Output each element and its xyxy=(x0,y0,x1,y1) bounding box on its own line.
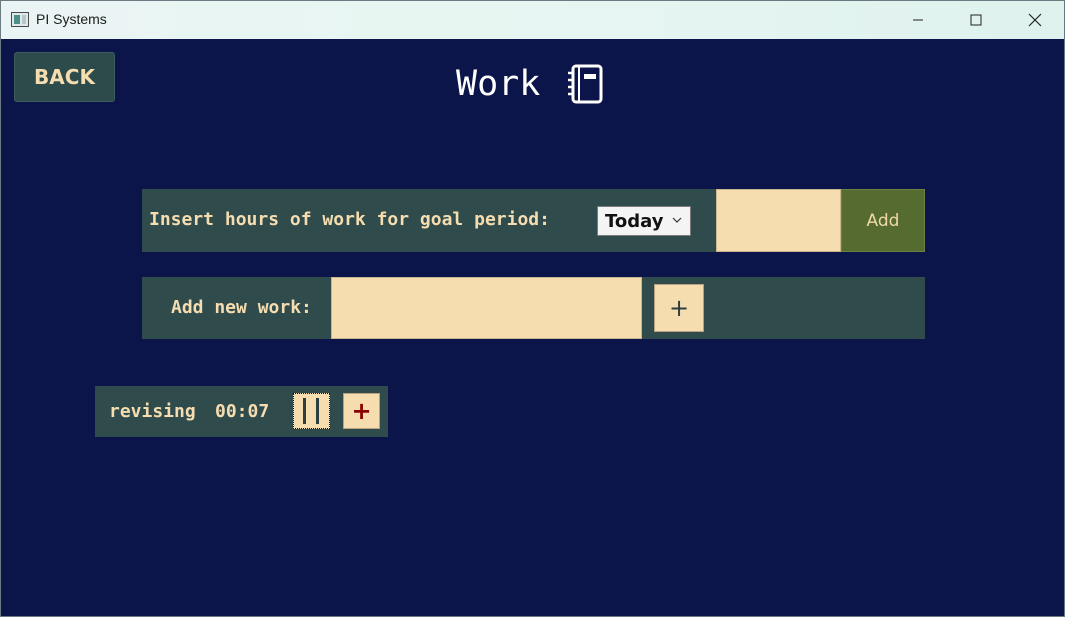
maximize-button[interactable] xyxy=(947,1,1005,39)
page-title: Work xyxy=(456,64,541,104)
new-work-label: Add new work: xyxy=(171,297,312,318)
new-work-panel: Add new work: + xyxy=(142,277,925,339)
notebook-icon xyxy=(568,64,603,104)
pause-icon xyxy=(302,398,319,424)
goal-hours-input[interactable] xyxy=(716,189,841,252)
goal-add-button[interactable]: Add xyxy=(841,189,925,252)
work-item-pause-button[interactable] xyxy=(293,393,330,429)
back-button[interactable]: BACK xyxy=(14,52,115,102)
work-item-add-button[interactable]: + xyxy=(343,393,380,429)
close-icon xyxy=(1028,13,1042,27)
work-item: revising 00:07 + xyxy=(95,386,388,437)
app-window: PI Systems BACK Work Insert hours of wor… xyxy=(0,0,1065,617)
new-work-add-button[interactable]: + xyxy=(654,284,704,332)
goal-period-select[interactable]: Today xyxy=(597,206,691,236)
minimize-button[interactable] xyxy=(889,1,947,39)
goal-period-value: Today xyxy=(605,210,664,232)
new-work-input[interactable] xyxy=(331,277,642,339)
chevron-down-icon xyxy=(672,217,682,223)
work-item-timer: 00:07 xyxy=(215,401,270,422)
maximize-icon xyxy=(970,14,982,26)
close-button[interactable] xyxy=(1006,1,1064,39)
main-content: BACK Work Insert hours of work for goal … xyxy=(1,39,1064,616)
app-icon xyxy=(11,12,29,27)
minimize-icon xyxy=(913,19,923,21)
work-item-name: revising xyxy=(109,401,196,422)
window-title: PI Systems xyxy=(36,11,107,27)
goal-label: Insert hours of work for goal period: xyxy=(149,209,550,230)
title-bar: PI Systems xyxy=(1,1,1064,39)
goal-panel: Insert hours of work for goal period: To… xyxy=(142,189,925,252)
